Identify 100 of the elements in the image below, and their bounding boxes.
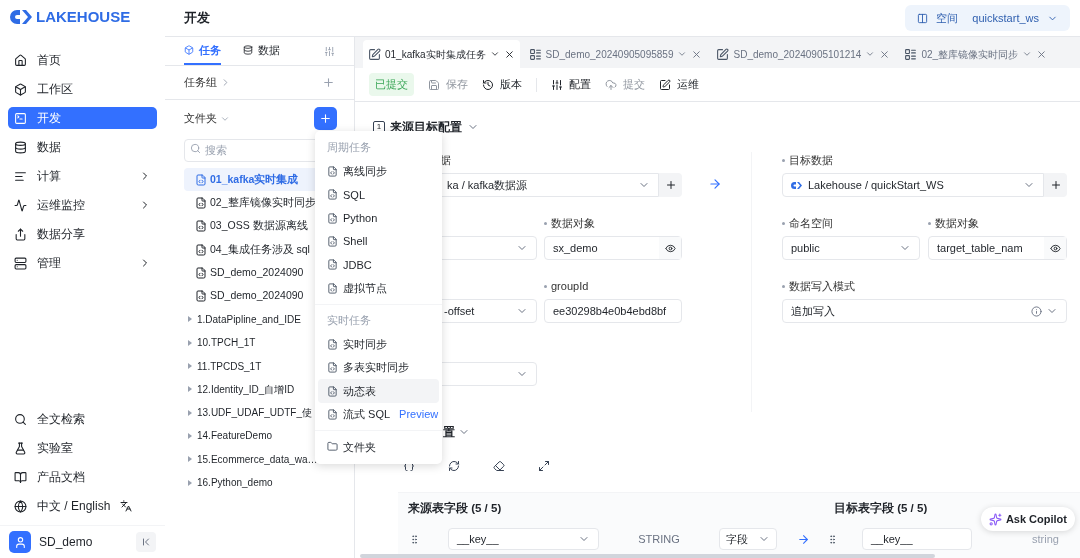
filter-icon[interactable] xyxy=(324,46,335,57)
write-mode-select[interactable]: 追加写入 xyxy=(782,299,1067,323)
caret-icon[interactable] xyxy=(489,49,500,59)
caret-icon[interactable] xyxy=(677,49,688,59)
nav-item[interactable]: 数据分享 xyxy=(8,223,157,245)
caret-icon xyxy=(188,409,192,416)
source-fields-title: 来源表字段 (5 / 5) xyxy=(408,500,503,516)
field-select[interactable]: __key__ xyxy=(448,528,599,551)
menu-item[interactable]: Shell xyxy=(318,229,439,254)
refresh-icon[interactable] xyxy=(448,460,460,472)
close-icon[interactable] xyxy=(503,48,515,60)
folder-icon xyxy=(327,441,338,453)
caret-icon xyxy=(188,479,192,486)
editor-tab[interactable]: 02_整库镜像实时同步 xyxy=(899,40,1053,68)
caret-icon[interactable] xyxy=(1022,49,1033,59)
menu-item[interactable]: 多表实时同步 xyxy=(318,356,439,380)
folder-dropdown[interactable]: 文件夹 xyxy=(184,110,230,127)
editor-tab[interactable]: SD_demo_20240905095859 xyxy=(523,40,708,68)
task-group-link[interactable]: 任务组 xyxy=(184,74,231,91)
status-badge: 已提交 xyxy=(369,73,414,96)
eraser-icon[interactable] xyxy=(493,460,505,472)
task-type-icon xyxy=(327,282,338,294)
list-icon xyxy=(528,47,542,61)
version-icon xyxy=(482,78,494,91)
drag-handle-icon[interactable] xyxy=(409,533,420,545)
caret-icon xyxy=(188,316,192,323)
menu-item[interactable]: JDBC xyxy=(318,253,439,277)
add-icon[interactable] xyxy=(322,76,335,89)
menu-item[interactable]: 虚拟节点 xyxy=(318,276,439,300)
user-icon xyxy=(13,535,27,549)
nav-item[interactable]: 运维监控 xyxy=(8,194,157,216)
menu-item[interactable]: 实时同步 xyxy=(318,332,439,357)
plus-icon xyxy=(1049,179,1062,191)
task-file-icon xyxy=(195,220,207,233)
panel-tab[interactable]: 任务 xyxy=(184,37,221,65)
nav-item[interactable]: 工作区 xyxy=(8,78,157,100)
horizontal-scrollbar[interactable] xyxy=(360,554,935,558)
nav-item[interactable]: 中文 / English xyxy=(8,495,157,517)
user-name: SD_demo xyxy=(39,534,94,551)
caret-icon[interactable] xyxy=(865,49,876,59)
task-file-icon xyxy=(195,290,207,303)
tree-item[interactable]: 16.Python_demo xyxy=(184,470,354,495)
eye-icon[interactable] xyxy=(664,242,676,254)
nav-item[interactable]: 计算 xyxy=(8,165,157,187)
panel-tab[interactable]: 数据 xyxy=(243,37,280,65)
namespace-select[interactable]: public xyxy=(782,236,920,260)
expand-icon[interactable] xyxy=(538,460,550,472)
toolbar-button[interactable]: 配置 xyxy=(551,76,591,93)
add-button[interactable] xyxy=(659,173,682,197)
nav-icon xyxy=(14,82,27,96)
menu-item[interactable]: 动态表 xyxy=(318,379,439,403)
task-type-icon xyxy=(327,259,338,271)
nav-item[interactable]: 全文检索 xyxy=(8,408,157,430)
field-type: STRING xyxy=(637,532,681,547)
value-kind-select[interactable]: 字段 xyxy=(719,528,777,551)
field-label: 数据对象 xyxy=(551,215,595,231)
field-select[interactable]: __key__ xyxy=(862,528,972,551)
menu-item[interactable]: Python xyxy=(318,206,439,230)
task-type-icon xyxy=(327,166,338,178)
datasource-select[interactable]: Lakehouse / quickStart_WS xyxy=(782,173,1044,197)
drag-handle-icon[interactable] xyxy=(827,533,838,545)
cube-icon xyxy=(184,45,194,55)
info-icon xyxy=(1031,305,1042,317)
eye-icon[interactable] xyxy=(1049,242,1061,254)
menu-item[interactable]: 流式 SQL Preview xyxy=(318,402,439,426)
task-type-icon xyxy=(327,212,338,224)
nav-item[interactable]: 数据 xyxy=(8,136,157,158)
editor-tab[interactable]: SD_demo_20240905101214 xyxy=(711,40,896,68)
editor-tab[interactable]: 01_kafka实时集成任务 xyxy=(363,40,520,68)
object-field[interactable]: target_table_nam xyxy=(928,236,1067,260)
list-icon xyxy=(904,47,918,61)
nav-item[interactable]: 首页 xyxy=(8,49,157,71)
workspace-icon xyxy=(917,12,929,24)
caret-icon xyxy=(188,339,192,346)
collapse-button[interactable] xyxy=(136,532,156,552)
avatar[interactable] xyxy=(9,531,31,553)
toolbar-button[interactable]: 版本 xyxy=(482,76,522,93)
section-title: 置 xyxy=(443,424,455,441)
nav-item[interactable]: 管理 xyxy=(8,252,157,274)
ops-icon xyxy=(659,78,671,91)
arrow-right-icon xyxy=(707,177,722,191)
task-type-icon xyxy=(327,385,338,397)
copilot-button[interactable]: Ask Copilot xyxy=(980,507,1075,531)
collapse-icon xyxy=(140,536,152,548)
field-label: 数据写入模式 xyxy=(789,278,855,294)
caret-icon xyxy=(188,386,192,393)
nav-item[interactable]: 产品文档 xyxy=(8,466,157,488)
toolbar-button[interactable]: 运维 xyxy=(659,76,699,93)
object-field[interactable]: sx_demo xyxy=(544,236,682,260)
sparkle-icon xyxy=(988,512,1002,526)
add-button[interactable] xyxy=(1044,173,1067,197)
menu-item[interactable]: 文件夹 xyxy=(318,434,439,459)
group-id-field[interactable]: ee30298b4e0b4ebd8bf xyxy=(544,299,682,323)
nav-item[interactable]: 开发 xyxy=(8,107,157,129)
nav-item[interactable]: 实验室 xyxy=(8,437,157,459)
caret-icon xyxy=(188,363,192,369)
task-type-icon xyxy=(327,338,338,350)
task-file-icon xyxy=(195,266,207,279)
space-selector[interactable]: 空间 quickstart_ws xyxy=(905,5,1070,31)
new-button[interactable] xyxy=(314,107,337,130)
